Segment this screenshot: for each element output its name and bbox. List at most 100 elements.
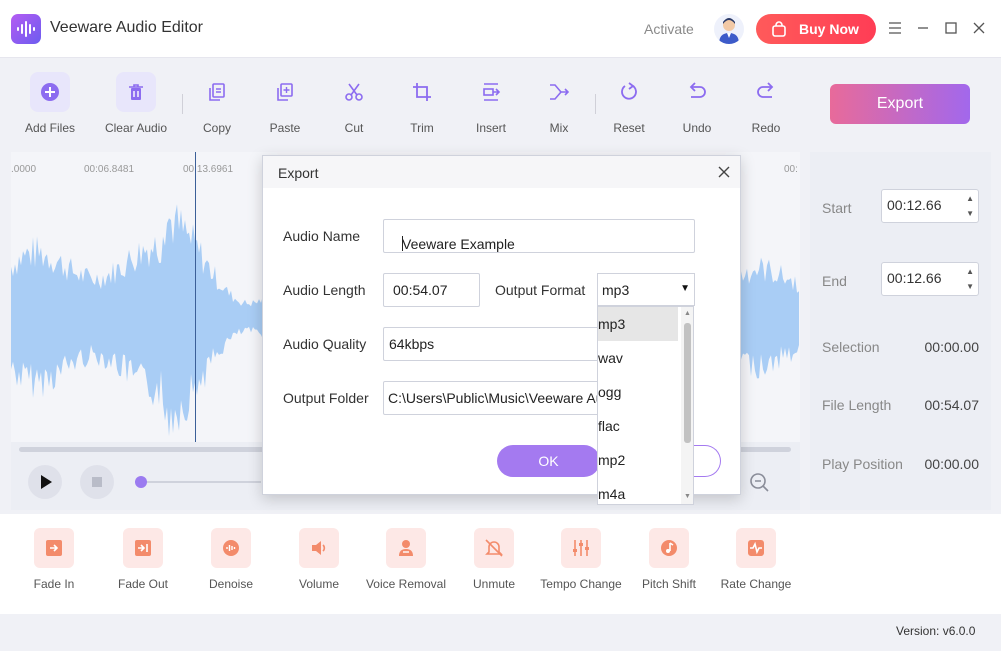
volume-button[interactable]: Volume	[275, 514, 363, 604]
crop-icon	[413, 83, 431, 101]
text-cursor	[402, 236, 403, 251]
stop-icon	[92, 477, 102, 487]
close-icon[interactable]	[717, 165, 731, 179]
cut-button[interactable]: Cut	[320, 64, 388, 140]
fade-out-button[interactable]: Fade Out	[99, 514, 187, 604]
playhead[interactable]	[195, 152, 196, 442]
audio-length-field[interactable]: 00:54.07	[383, 273, 480, 307]
play-button[interactable]	[28, 465, 62, 499]
stop-button[interactable]	[80, 465, 114, 499]
play-position-label: Play Position	[822, 456, 903, 472]
end-time-input[interactable]: 00:12.66 ▲ ▼	[881, 262, 979, 296]
reset-button[interactable]: Reset	[595, 64, 663, 140]
voice-removal-label: Voice Removal	[365, 577, 447, 591]
fade-out-label: Fade Out	[117, 577, 169, 591]
version-label: Version: v6.0.0	[896, 624, 976, 638]
voice-removal-button[interactable]: Voice Removal	[362, 514, 450, 604]
format-option[interactable]: flac	[598, 409, 678, 443]
scroll-thumb[interactable]	[684, 323, 691, 443]
reset-label: Reset	[613, 121, 645, 135]
pitch-shift-label: Pitch Shift	[641, 577, 697, 591]
pitch-shift-button[interactable]: Pitch Shift	[625, 514, 713, 604]
activate-link[interactable]: Activate	[644, 21, 694, 37]
unmute-icon	[485, 539, 503, 557]
minimize-icon[interactable]	[915, 20, 931, 36]
fade-out-icon	[135, 540, 151, 556]
maximize-icon[interactable]	[943, 20, 959, 36]
scroll-up-icon[interactable]: ▲	[684, 310, 691, 317]
selection-label: Selection	[822, 339, 880, 355]
zoom-out-icon[interactable]	[749, 472, 771, 494]
trim-label: Trim	[410, 121, 434, 135]
start-time-input[interactable]: 00:12.66 ▲ ▼	[881, 189, 979, 223]
playback-progress[interactable]	[141, 481, 261, 483]
audio-length-label: Audio Length	[283, 282, 366, 298]
rate-change-button[interactable]: Rate Change	[712, 514, 800, 604]
format-option[interactable]: m4a	[598, 477, 678, 504]
decrement-icon[interactable]: ▼	[966, 282, 974, 291]
redo-button[interactable]: Redo	[732, 64, 800, 140]
plus-icon	[41, 83, 59, 101]
dialog-header: Export	[263, 156, 740, 188]
buy-now-label: Buy Now	[799, 21, 859, 37]
insert-button[interactable]: Insert	[457, 64, 525, 140]
voice-removal-icon	[399, 540, 413, 556]
ok-button[interactable]: OK	[497, 445, 600, 477]
copy-button[interactable]: Copy	[183, 64, 251, 140]
app-title: Veeware Audio Editor	[50, 19, 203, 36]
format-option[interactable]: mp3	[598, 307, 678, 341]
denoise-icon	[223, 540, 239, 556]
copy-label: Copy	[202, 121, 231, 135]
denoise-button[interactable]: Denoise	[187, 514, 275, 604]
audio-quality-select[interactable]: 64kbps	[383, 327, 613, 361]
format-option[interactable]: wav	[598, 341, 678, 375]
paste-label: Paste	[269, 121, 301, 135]
add-files-label: Add Files	[24, 121, 76, 135]
clear-audio-button[interactable]: Clear Audio	[102, 64, 170, 140]
audio-name-input[interactable]: Veeware Example	[383, 219, 695, 253]
scissors-icon	[345, 83, 363, 101]
app-logo	[11, 14, 41, 44]
fade-in-button[interactable]: Fade In	[10, 514, 98, 604]
output-format-select[interactable]: mp3 ▼	[597, 273, 695, 306]
increment-icon[interactable]: ▲	[966, 267, 974, 276]
format-dropdown-list: mp3 wav ogg flac mp2 m4a ▲ ▼	[597, 306, 694, 505]
decrement-icon[interactable]: ▼	[966, 209, 974, 218]
bag-icon	[772, 21, 786, 37]
reset-icon	[621, 82, 637, 100]
output-folder-input[interactable]: C:\Users\Public\Music\Veeware Audio Edit…	[383, 381, 613, 415]
increment-icon[interactable]: ▲	[966, 194, 974, 203]
title-bar: Veeware Audio Editor Activate Buy Now	[0, 0, 1001, 58]
mix-label: Mix	[549, 121, 569, 135]
unmute-button[interactable]: Unmute	[450, 514, 538, 604]
dialog-title: Export	[278, 165, 319, 181]
end-label: End	[822, 273, 847, 289]
undo-button[interactable]: Undo	[663, 64, 731, 140]
denoise-label: Denoise	[208, 577, 254, 591]
scroll-down-icon[interactable]: ▼	[684, 493, 691, 500]
output-format-value: mp3	[602, 282, 630, 298]
buy-now-button[interactable]: Buy Now	[756, 14, 876, 44]
format-option[interactable]: mp2	[598, 443, 678, 477]
avatar[interactable]	[714, 14, 744, 44]
paste-button[interactable]: Paste	[251, 64, 319, 140]
toolbar: Add Files Clear Audio Copy Paste Cut Tri…	[8, 64, 801, 144]
volume-icon	[312, 541, 326, 555]
dropdown-scrollbar[interactable]: ▲ ▼	[681, 307, 693, 504]
menu-icon[interactable]	[887, 20, 903, 36]
playback-knob[interactable]	[135, 476, 147, 488]
add-files-button[interactable]: Add Files	[16, 64, 84, 140]
insert-icon	[483, 83, 501, 101]
copy-icon	[209, 83, 225, 101]
tempo-change-button[interactable]: Tempo Change	[537, 514, 625, 604]
format-option[interactable]: ogg	[598, 375, 678, 409]
clear-audio-label: Clear Audio	[104, 121, 168, 135]
selection-value: 00:00.00	[924, 339, 980, 355]
trash-icon	[129, 84, 143, 100]
mix-icon	[550, 84, 569, 100]
trim-button[interactable]: Trim	[388, 64, 456, 140]
undo-icon	[689, 82, 706, 98]
export-button[interactable]: Export	[830, 84, 970, 124]
close-icon[interactable]	[971, 20, 987, 36]
mix-button[interactable]: Mix	[525, 64, 593, 140]
